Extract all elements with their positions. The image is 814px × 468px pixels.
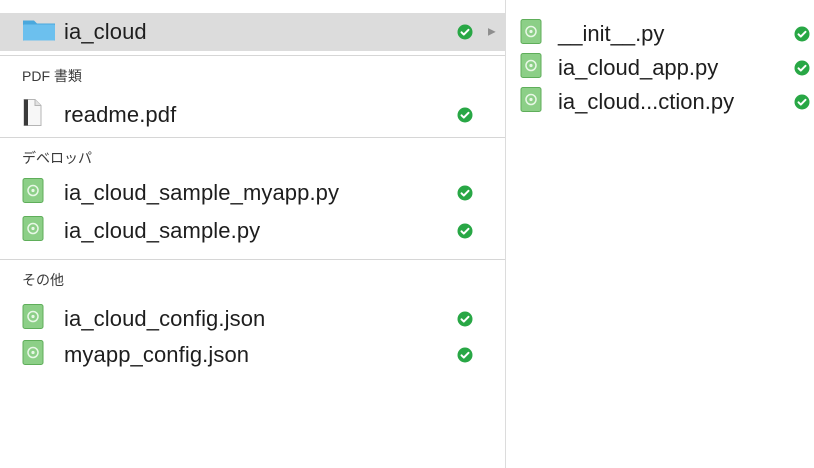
folder-icon xyxy=(22,18,56,47)
python-file-icon xyxy=(22,216,44,247)
synced-check-icon xyxy=(794,26,810,42)
python-file-icon xyxy=(22,178,44,209)
file-name: ia_cloud_sample_myapp.py xyxy=(64,180,340,205)
synced-check-icon xyxy=(457,311,473,327)
group-divider xyxy=(0,55,505,56)
file-row-readme-pdf[interactable]: readme.pdf xyxy=(0,96,505,134)
synced-check-icon xyxy=(457,24,473,40)
file-row-init-py[interactable]: __init__.py xyxy=(506,17,814,51)
python-file-icon xyxy=(22,340,44,371)
file-name: readme.pdf xyxy=(64,102,177,127)
file-name: ia_cloud_app.py xyxy=(558,55,719,80)
file-row-ia-cloud-app[interactable]: ia_cloud_app.py xyxy=(506,51,814,85)
synced-check-icon xyxy=(457,107,473,123)
synced-check-icon xyxy=(794,94,810,110)
python-file-icon xyxy=(520,19,542,50)
python-file-icon xyxy=(520,87,542,118)
group-header-developer: デベロッパ xyxy=(22,150,92,166)
group-divider xyxy=(0,259,505,260)
group-divider xyxy=(0,137,505,138)
python-file-icon xyxy=(520,53,542,84)
folder-row-ia-cloud[interactable]: ia_cloud ▶ xyxy=(0,13,505,51)
synced-check-icon xyxy=(457,223,473,239)
finder-column-right: __init__.py ia_cloud_app.py ia_cloud...c… xyxy=(506,0,814,468)
file-name: ia_cloud_sample.py xyxy=(64,218,261,243)
synced-check-icon xyxy=(457,347,473,363)
pdf-document-icon xyxy=(22,99,42,132)
file-name: ia_cloud_config.json xyxy=(64,306,266,331)
group-header-other: その他 xyxy=(22,272,64,288)
file-name: ia_cloud xyxy=(64,19,147,44)
file-name: myapp_config.json xyxy=(64,342,250,367)
finder-column-left: ia_cloud ▶ PDF 書類 readme.pdf デベロッパ ia_cl… xyxy=(0,0,505,468)
file-row-ia-cloud-connection[interactable]: ia_cloud...ction.py xyxy=(506,85,814,119)
file-name: ia_cloud...ction.py xyxy=(558,89,735,114)
synced-check-icon xyxy=(794,60,810,76)
file-row-ia-cloud-sample-myapp[interactable]: ia_cloud_sample_myapp.py xyxy=(0,174,505,212)
file-row-myapp-config[interactable]: myapp_config.json xyxy=(0,336,505,374)
python-file-icon xyxy=(22,304,44,335)
file-name: __init__.py xyxy=(558,21,665,46)
file-row-ia-cloud-config[interactable]: ia_cloud_config.json xyxy=(0,300,505,338)
file-row-ia-cloud-sample[interactable]: ia_cloud_sample.py xyxy=(0,212,505,250)
group-header-pdf: PDF 書類 xyxy=(22,68,82,84)
disclosure-triangle-icon[interactable]: ▶ xyxy=(488,27,496,38)
synced-check-icon xyxy=(457,185,473,201)
